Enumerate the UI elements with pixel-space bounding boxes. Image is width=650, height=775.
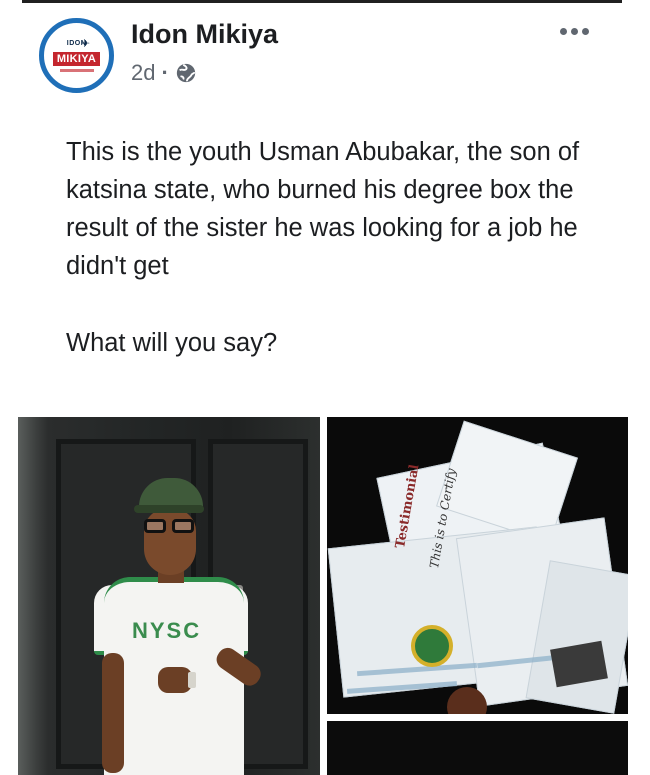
more-dot: [560, 27, 567, 35]
glasses: [144, 519, 196, 533]
avatar[interactable]: IDON ✈ MIKIYA: [39, 18, 114, 93]
top-divider: [22, 0, 622, 3]
post-question-text: What will you say?: [66, 329, 278, 357]
shirt-text: NYSC: [132, 618, 202, 643]
certificate-seal-icon: [411, 625, 453, 667]
more-dot: [582, 27, 589, 35]
globe-icon: [176, 63, 195, 83]
arm: [102, 653, 124, 773]
author-name[interactable]: Idon Mikiya: [131, 19, 278, 50]
more-options-icon[interactable]: [560, 24, 594, 38]
post-meta: 2d ·: [131, 60, 197, 86]
cap-brim: [134, 505, 204, 513]
facebook-post: IDON ✈ MIKIYA Idon Mikiya 2d · This is t…: [0, 0, 650, 775]
photo-torn-certificates[interactable]: Testimonial This is to Certify: [327, 417, 628, 714]
avatar-logo-main-text: MIKIYA: [52, 51, 101, 66]
post-body-text: This is the youth Usman Abubakar, the so…: [66, 138, 580, 280]
photo-youth-in-nysc-shirt[interactable]: NYSC: [18, 417, 320, 775]
photo-gutter: [320, 417, 327, 775]
more-dot: [571, 27, 578, 35]
post-time[interactable]: 2d: [131, 60, 155, 86]
wristwatch: [188, 672, 196, 688]
meta-separator: ·: [161, 60, 169, 85]
bird-logo-icon: ✈: [80, 37, 91, 50]
photo-dark-partial[interactable]: [327, 721, 628, 775]
avatar-logo-underline: [59, 68, 94, 72]
hand: [158, 667, 192, 693]
